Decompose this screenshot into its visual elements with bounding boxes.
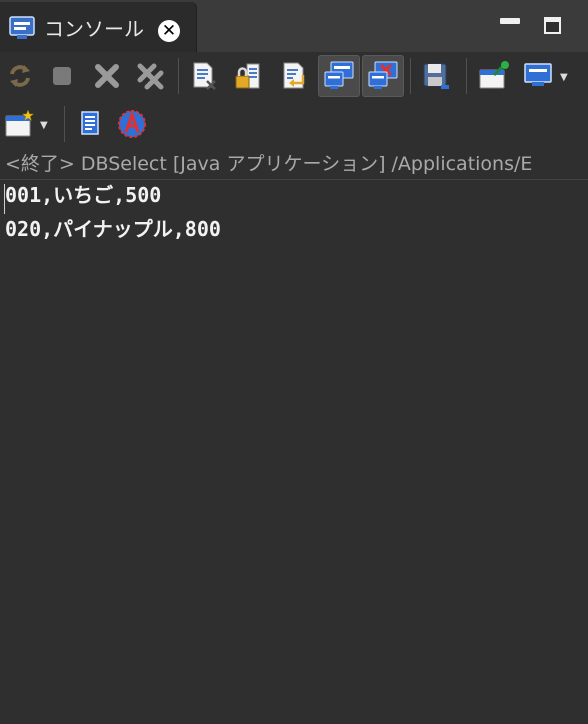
console-icon [9, 16, 35, 40]
console-output[interactable]: 001,いちご,500 020,パイナップル,800 [0, 180, 588, 248]
toolbar-separator [64, 106, 65, 142]
tab-title: コンソール [44, 17, 144, 41]
remove-all-icon[interactable] [132, 58, 168, 94]
relaunch-icon[interactable] [2, 58, 38, 94]
scroll-lock-icon[interactable] [230, 58, 266, 94]
chevron-down-icon[interactable]: ▼ [40, 120, 48, 131]
console-toolbar-secondary: ▼ [0, 100, 588, 150]
copy-icon[interactable] [72, 106, 108, 142]
toolbar-separator [178, 58, 179, 94]
terminate-icon[interactable] [44, 58, 80, 94]
display-console-icon[interactable] [520, 58, 556, 94]
remove-launch-icon[interactable] [89, 58, 125, 94]
minimize-icon[interactable] [500, 18, 520, 24]
tab-console[interactable]: コンソール ✕ [0, 2, 197, 52]
view-tab-bar: コンソール ✕ [0, 0, 588, 52]
console-output-line: 001,いちご,500 [5, 183, 162, 207]
show-on-error-icon[interactable] [362, 55, 404, 97]
maximize-icon[interactable] [544, 17, 561, 34]
pin-console-icon[interactable] [476, 58, 512, 94]
toolbar-separator [466, 58, 467, 94]
ant-icon[interactable] [114, 106, 150, 142]
chevron-down-icon[interactable]: ▼ [560, 72, 568, 83]
console-output-line: 020,パイナップル,800 [5, 217, 221, 241]
console-toolbar: ▼ [0, 52, 588, 100]
console-status-line: <終了> DBSelect [Java アプリケーション] /Applicati… [0, 150, 588, 180]
word-wrap-icon[interactable] [276, 58, 312, 94]
show-on-output-icon[interactable] [318, 55, 360, 97]
text-cursor [4, 184, 5, 214]
save-icon[interactable] [418, 58, 454, 94]
toolbar-separator [410, 58, 411, 94]
close-icon[interactable]: ✕ [158, 20, 180, 42]
open-console-icon[interactable] [2, 106, 38, 142]
clear-console-icon[interactable] [186, 58, 222, 94]
